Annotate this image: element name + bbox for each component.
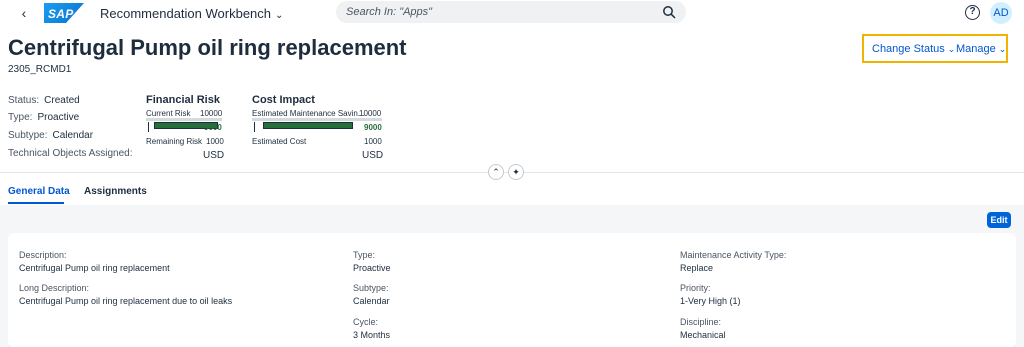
estimated-cost-label: Estimated Cost <box>252 137 307 146</box>
subtype-attribute: Subtype: Calendar <box>8 130 93 141</box>
cycle-value: 3 Months <box>353 330 391 340</box>
long-description-label: Long Description: <box>19 283 90 293</box>
attribute-value: Created <box>44 95 80 106</box>
attribute-key: Status: <box>8 95 40 106</box>
chevron-down-icon: ⌄ <box>947 44 956 54</box>
sap-logo[interactable]: SAP <box>44 3 84 23</box>
priority-label: Priority: <box>680 283 711 293</box>
description-value: Centrifugal Pump oil ring replacement <box>19 263 170 273</box>
object-id: 2305_RCMD1 <box>8 64 72 75</box>
tab-general-data[interactable]: General Data <box>8 186 70 197</box>
edit-button[interactable]: Edit <box>987 212 1011 228</box>
avatar[interactable]: AD <box>990 2 1012 24</box>
maintenance-activity-type-label: Maintenance Activity Type: <box>680 250 787 260</box>
current-risk-label: Current Risk <box>146 109 191 118</box>
shell-bar: ‹ SAP Recommendation Workbench ⌄ Search I… <box>0 0 1024 26</box>
help-icon[interactable]: ? <box>965 5 980 20</box>
collapse-header-icon[interactable]: ⌃ <box>488 164 504 180</box>
change-status-button[interactable]: Change Status ⌄ <box>872 43 955 55</box>
back-icon[interactable]: ‹ <box>17 5 31 21</box>
chevron-down-icon: ⌄ <box>998 44 1007 54</box>
estimated-cost-marker <box>254 122 255 132</box>
active-tab-indicator <box>8 202 64 204</box>
estimated-savings-bar <box>252 118 382 121</box>
long-description-value: Centrifugal Pump oil ring replacement du… <box>19 296 233 306</box>
chevron-down-icon: ⌄ <box>275 10 284 21</box>
status-attribute: Status: Created <box>8 95 80 106</box>
current-risk-value: 10000 <box>200 109 223 118</box>
financial-risk-title: Financial Risk <box>146 94 220 106</box>
cycle-label: Cycle: <box>353 317 379 327</box>
page-title: Centrifugal Pump oil ring replacement <box>8 35 407 60</box>
priority-value: 1-Very High (1) <box>680 296 741 306</box>
header-actions: Change Status ⌄ Manage ⌄ <box>862 34 1008 63</box>
attribute-value: Proactive <box>37 112 80 123</box>
current-risk-bar <box>146 118 222 121</box>
manage-button[interactable]: Manage ⌄ <box>956 43 1006 55</box>
change-status-label: Change Status <box>872 43 945 55</box>
technical-objects-attribute: Technical Objects Assigned: <box>8 148 138 159</box>
type-label: Type: <box>353 250 376 260</box>
search-field[interactable]: Search In: "Apps" <box>336 1 686 23</box>
estimated-cost-value: 1000 <box>364 137 382 146</box>
app-title: Recommendation Workbench <box>100 6 272 21</box>
attribute-value: Calendar <box>52 130 94 141</box>
maintenance-activity-type-value: Replace <box>680 263 714 273</box>
pin-icon[interactable]: ✦ <box>508 164 524 180</box>
remaining-risk-marker <box>148 122 149 132</box>
attribute-key: Type: <box>8 112 33 123</box>
logo-text: SAP <box>48 7 74 21</box>
tab-assignments[interactable]: Assignments <box>84 186 147 197</box>
subtype-value: Calendar <box>353 296 390 306</box>
estimated-savings-value: 10000 <box>359 109 382 118</box>
app-title-menu[interactable]: Recommendation Workbench ⌄ <box>100 6 283 21</box>
cost-impact-delta-value: 9000 <box>364 123 382 132</box>
search-input[interactable]: Search In: "Apps" <box>346 6 432 18</box>
discipline-label: Discipline: <box>680 317 722 327</box>
attribute-key: Subtype: <box>8 130 48 141</box>
description-label: Description: <box>19 250 67 260</box>
cost-impact-currency: USD <box>362 150 384 161</box>
general-data-card: Description: Centrifugal Pump oil ring r… <box>8 233 1016 347</box>
cost-impact-fill-bar <box>262 122 353 129</box>
search-icon[interactable] <box>662 5 676 19</box>
discipline-value: Mechanical <box>680 330 726 340</box>
financial-risk-currency: USD <box>203 150 225 161</box>
financial-risk-delta-value: 9000 <box>204 123 222 132</box>
cost-impact-title: Cost Impact <box>252 94 315 106</box>
remaining-risk-value: 1000 <box>206 137 224 146</box>
type-attribute: Type: Proactive <box>8 112 79 123</box>
remaining-risk-label: Remaining Risk <box>146 137 203 146</box>
subtype-label: Subtype: <box>353 283 389 293</box>
attribute-key: Technical Objects Assigned: <box>8 148 133 159</box>
type-value: Proactive <box>353 263 391 273</box>
estimated-savings-label: Estimated Maintenance Savin... <box>252 109 365 118</box>
manage-label: Manage <box>956 43 996 55</box>
